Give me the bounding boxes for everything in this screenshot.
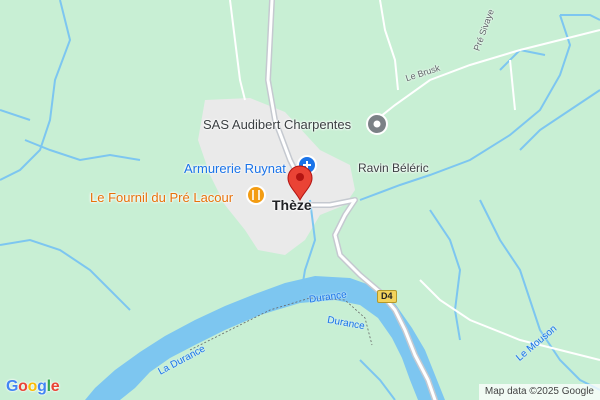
- town-label[interactable]: Thèze: [272, 197, 312, 213]
- audibert-poi-icon[interactable]: [366, 113, 388, 135]
- fournil-label[interactable]: Le Fournil du Pré Lacour: [90, 190, 233, 205]
- logo-letter: G: [6, 378, 19, 395]
- restaurant-poi-icon[interactable]: [246, 185, 266, 205]
- armurerie-label[interactable]: Armurerie Ruynat: [184, 161, 286, 176]
- d4-route-shield: D4: [377, 290, 397, 303]
- logo-letter: g: [37, 378, 47, 395]
- logo-letter: o: [18, 378, 28, 395]
- logo-letter: e: [50, 378, 60, 395]
- ravin-label: Ravin Béléric: [358, 161, 429, 175]
- map-attribution[interactable]: Map data ©2025 Google: [478, 384, 600, 400]
- google-logo[interactable]: Google: [6, 378, 60, 396]
- logo-letter: o: [27, 378, 38, 395]
- audibert-label[interactable]: SAS Audibert Charpentes: [203, 117, 351, 132]
